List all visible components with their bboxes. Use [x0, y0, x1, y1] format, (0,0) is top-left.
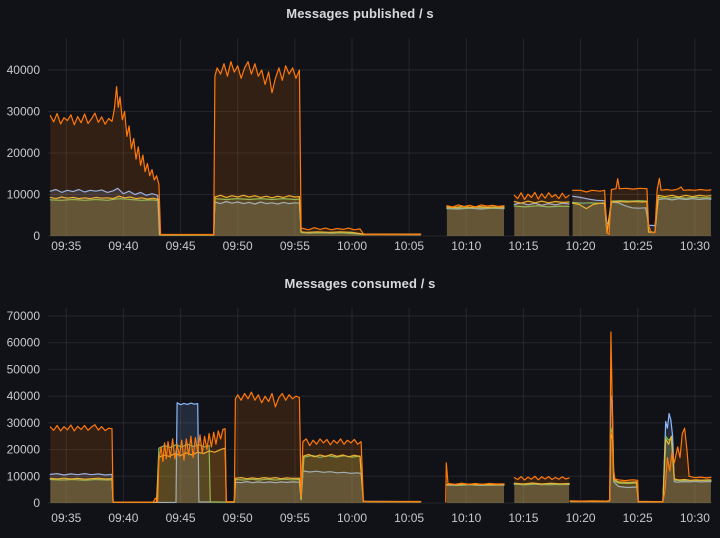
time-series-charts-canvas[interactable]: 0 10000 20000 30000 40000 09:35 09:40 09:45 09:5… [0, 0, 720, 538]
x-axis-tick-label: 10:05 [394, 511, 424, 525]
y-axis-tick-label: 10000 [7, 469, 41, 483]
y-axis-tick-label: 30000 [7, 416, 41, 430]
x-axis-tick-label: 10:15 [508, 511, 538, 525]
x-axis-tick-label: 10:25 [623, 511, 653, 525]
y-axis-tick-label: 40000 [7, 63, 41, 77]
series-area-orange [514, 476, 569, 503]
x-axis-tick-label: 10:30 [680, 511, 710, 525]
series-group [50, 62, 711, 236]
x-axis-tick-label: 09:40 [108, 511, 138, 525]
y-axis-tick-label: 0 [33, 496, 40, 510]
series-area-orange [514, 192, 569, 236]
grafana-dashboard: Messages published / s Messages consumed… [0, 0, 720, 538]
y-axis-tick-label: 20000 [7, 146, 41, 160]
x-axis-tick-label: 10:20 [566, 239, 596, 253]
x-axis-tick-label: 09:45 [166, 239, 196, 253]
series-group [50, 332, 711, 503]
y-axis-tick-label: 30000 [7, 105, 41, 119]
y-axis-tick-label: 40000 [7, 389, 41, 403]
x-axis-tick-label: 10:15 [508, 239, 538, 253]
y-axis-tick-label: 10000 [7, 188, 41, 202]
x-axis-tick-label: 09:35 [51, 511, 81, 525]
y-axis-tick-label: 0 [33, 229, 40, 243]
series-area-orange [573, 178, 711, 236]
x-axis-tick-label: 10:00 [337, 511, 367, 525]
series-area-orange [50, 62, 420, 236]
series-area-orange [570, 332, 711, 503]
x-axis-tick-label: 10:00 [337, 239, 367, 253]
x-axis-tick-label: 10:10 [451, 511, 481, 525]
series-area-orange [446, 463, 504, 503]
y-axis-tick-label: 70000 [7, 309, 41, 323]
series-area-orange [447, 205, 504, 236]
x-axis-tick-label: 09:40 [108, 239, 138, 253]
y-axis-tick-label: 60000 [7, 336, 41, 350]
x-axis-tick-label: 09:35 [51, 239, 81, 253]
x-axis-tick-label: 10:30 [680, 239, 710, 253]
x-axis-tick-label: 10:20 [566, 511, 596, 525]
y-axis-tick-label: 50000 [7, 362, 41, 376]
x-axis-tick-label: 10:25 [623, 239, 653, 253]
x-axis-tick-label: 09:55 [280, 239, 310, 253]
x-axis-tick-label: 09:50 [223, 239, 253, 253]
x-axis-tick-label: 09:45 [166, 511, 196, 525]
x-axis-tick-label: 10:10 [451, 239, 481, 253]
y-axis-tick-label: 20000 [7, 443, 41, 457]
x-axis-tick-label: 10:05 [394, 239, 424, 253]
x-axis-tick-label: 09:50 [223, 511, 253, 525]
x-axis-tick-label: 09:55 [280, 511, 310, 525]
